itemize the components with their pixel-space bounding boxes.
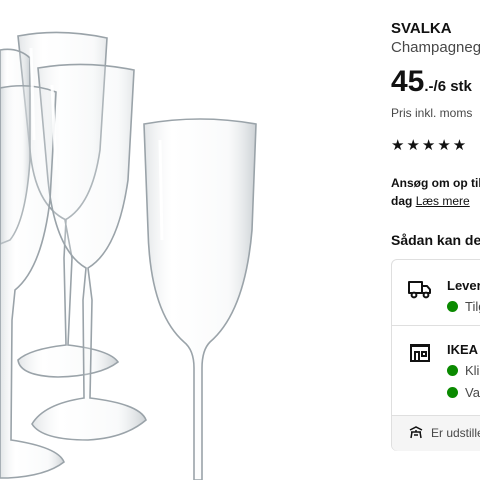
champagne-glasses-illustration xyxy=(0,31,257,480)
store-status-2-text: Varer xyxy=(465,385,480,400)
display-info-text: Er udstillet xyxy=(431,426,480,440)
apply-text-2: dag xyxy=(391,194,413,208)
available-dot xyxy=(447,387,458,399)
delivery-status: Tilgængelig xyxy=(447,299,480,315)
product-description: Champagneglas xyxy=(391,39,480,56)
product-name: SVALKA xyxy=(391,20,452,37)
vat-note: Pris inkl. moms xyxy=(391,106,473,120)
product-image[interactable] xyxy=(0,0,375,480)
delivery-status-text: Tilgængelig xyxy=(465,299,480,314)
display-info-row[interactable]: Er udstillet xyxy=(392,415,480,451)
store-row[interactable]: IKEA Klik Varer xyxy=(392,326,480,415)
store-icon xyxy=(410,344,430,362)
rating-stars[interactable]: ★★★★★ xyxy=(391,136,468,154)
apply-text: Ansøg om op til xyxy=(391,176,480,190)
price-suffix: .-/6 stk xyxy=(424,78,472,95)
store-status-1-text: Klik xyxy=(465,363,480,378)
store-title: IKEA xyxy=(447,342,479,357)
delivery-row[interactable]: Levering Tilgængelig xyxy=(392,260,480,325)
product-price: 45.-/6 stk xyxy=(391,66,472,102)
delivery-title: Levering xyxy=(447,278,480,293)
availability-heading: Sådan kan de xyxy=(391,232,480,248)
available-dot xyxy=(447,365,458,377)
product-info-panel: SVALKA Champagneglas 45.-/6 stk Pris ink… xyxy=(391,0,480,480)
price-integer: 45 xyxy=(391,65,425,98)
available-dot xyxy=(447,301,458,313)
truck-icon xyxy=(408,281,431,299)
availability-card: Levering Tilgængelig IKEA Klik Varer xyxy=(391,259,480,451)
apply-text-block: Ansøg om op til dag Læs mere xyxy=(391,174,480,210)
read-more-link[interactable]: Læs mere xyxy=(416,194,470,208)
store-status-1: Klik xyxy=(447,363,480,379)
display-icon xyxy=(409,426,423,439)
store-status-2: Varer xyxy=(447,385,480,401)
